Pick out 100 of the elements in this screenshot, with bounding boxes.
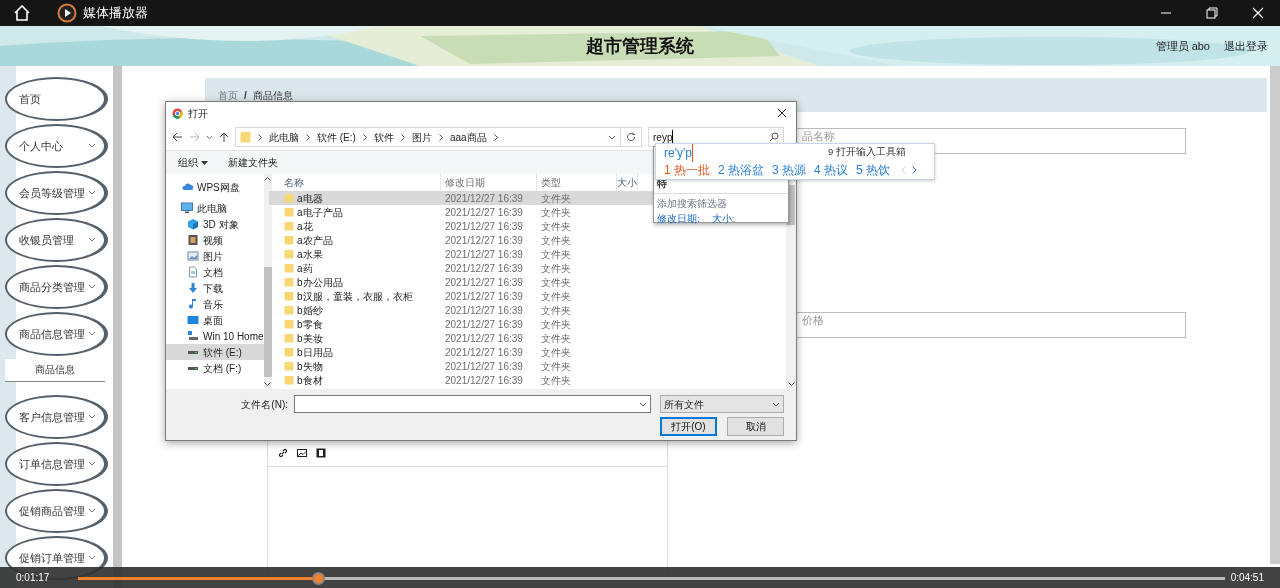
scroll-thumb[interactable] [263,266,272,377]
chevron-icon [88,414,96,420]
user-name: 管理员 abo [1155,39,1210,54]
sidebar-item[interactable]: 会员等级管理 [5,171,108,215]
address-bar[interactable]: 此电脑 软件 (E:) 软件 图片 aaa商品 [235,127,621,147]
sidebar-item[interactable]: 收银员管理 [5,218,108,262]
chevron-icon [88,190,96,196]
toolbar-button[interactable]: 新建文件夹 [228,155,278,170]
scrollbar-track[interactable] [263,174,272,389]
nav-item[interactable]: 3D 对象 [166,216,264,232]
ime-candidate[interactable]: 1 热一批 [664,160,710,179]
refresh-button[interactable] [620,127,642,147]
file-name[interactable]: a水果 [297,246,323,262]
nav-item[interactable]: 桌面 [166,312,264,328]
ime-candidate[interactable]: 4 热议 [814,160,849,179]
file-name[interactable]: a电子产品 [297,204,343,220]
file-type: 文件夹 [540,289,572,304]
sidebar-item[interactable]: 订单信息管理 [5,442,108,486]
scrollbar[interactable] [1270,66,1280,564]
sidebar-item[interactable]: 个人中心 [5,124,108,168]
caret-icon [639,401,647,407]
file-name[interactable]: b美妆 [297,330,323,346]
image-icon [187,250,199,262]
film-icon [187,234,199,246]
nav-item[interactable]: WPS网盘 [166,179,264,195]
ime-candidate[interactable]: 3 热源 [772,160,807,179]
nav-item[interactable]: 此电脑 [166,200,264,216]
path-segment[interactable]: 软件 [373,129,394,145]
scroll-up-icon [264,177,272,181]
file-type: 文件夹 [540,191,572,206]
open-button[interactable]: 打开(O) [660,417,717,436]
file-name[interactable]: a电器 [297,190,323,206]
file-name[interactable]: a药 [297,260,313,276]
filter-link[interactable]: 修改日期: [657,211,700,226]
path-segment[interactable]: 图片 [411,129,432,145]
film-icon[interactable] [316,448,326,458]
image-icon[interactable] [297,448,307,458]
cancel-button[interactable]: 取消 [727,417,784,436]
chevron-icon [88,555,96,561]
submenu-item[interactable]: 商品信息 [5,359,105,382]
file-name[interactable]: b零食 [297,316,323,332]
file-name[interactable]: b婚纱 [297,302,323,318]
ime-candidate[interactable]: 2 热浴盆 [718,160,765,179]
filename-field[interactable] [294,395,651,413]
home-icon[interactable] [12,3,32,23]
link-icon[interactable] [278,448,288,458]
nav-item[interactable]: 图片 [166,248,264,264]
scroll-down-icon [264,382,272,386]
total-time: 0:04:51 [1230,571,1264,585]
sidebar-item[interactable]: 首页 [5,77,108,121]
up-arrow-icon[interactable] [219,131,229,143]
path-segment[interactable]: 此电脑 [269,129,299,145]
file-name[interactable]: a农产品 [297,232,333,248]
file-date: 2021/12/27 16:39 [444,275,524,290]
nav-item[interactable]: 下载 [166,280,264,296]
file-name[interactable]: b失物 [297,358,323,374]
nav-item[interactable]: 音乐 [166,296,264,312]
filter-link[interactable]: 大小: [711,211,735,226]
file-type: 文件夹 [540,373,572,388]
logout-link[interactable]: 退出登录 [1224,38,1268,55]
file-date: 2021/12/27 16:39 [444,261,524,276]
sidebar-item[interactable]: 商品信息管理 [5,312,108,356]
nav-item[interactable]: Win 10 Home [166,328,264,344]
caret-icon [772,401,780,407]
nav-item[interactable]: 视频 [166,232,264,248]
file-type: 文件夹 [540,331,572,346]
nav-item[interactable]: 软件 (E:) [166,344,264,360]
chevron-right-icon[interactable] [912,165,918,174]
organize-menu[interactable]: 组织 [178,155,208,170]
cube-icon [187,218,199,230]
restore-icon[interactable] [1206,7,1218,19]
document-icon [187,266,199,278]
file-date: 2021/12/27 16:39 [444,303,524,318]
file-type-select[interactable]: 所有文件 [660,395,784,413]
file-name[interactable]: a花 [297,218,313,234]
file-name[interactable]: b日用品 [297,344,333,360]
nav-item[interactable]: 文档 (F:) [166,360,264,376]
breadcrumb-link[interactable]: 首页 [218,87,238,103]
sidebar-item[interactable]: 客户信息管理 [5,395,108,439]
file-name[interactable]: b食材 [297,372,323,388]
file-date: 2021/12/27 16:39 [444,247,524,262]
download-arrow-icon [187,282,199,294]
file-name[interactable]: b汉服，童装，衣服，衣柜 [297,288,413,304]
file-date: 2021/12/27 16:39 [444,219,524,234]
file-name[interactable]: b办公用品 [297,274,343,290]
ime-composition: re'y'p [664,143,693,162]
ime-candidate[interactable]: 5 热饮 [856,160,891,179]
caret-icon[interactable] [206,134,213,140]
breadcrumb-current: 商品信息 [252,88,293,103]
caret-icon[interactable] [608,134,616,140]
back-arrow-icon[interactable] [172,132,183,142]
path-segment[interactable]: aaa商品 [449,129,487,145]
close-icon[interactable] [777,108,787,118]
nav-item[interactable]: 文档 [166,264,264,280]
desktop-icon [187,314,199,326]
sidebar-item[interactable]: 促销商品管理 [5,489,108,533]
file-date: 2021/12/27 16:39 [444,359,524,374]
chevron-icon [88,461,96,467]
path-segment[interactable]: 软件 (E:) [317,129,356,145]
sidebar-item[interactable]: 商品分类管理 [5,265,108,309]
